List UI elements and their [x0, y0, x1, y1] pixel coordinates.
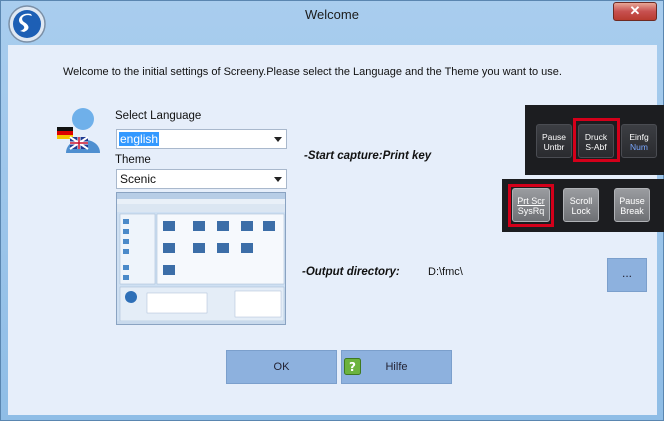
theme-label: Theme	[115, 154, 151, 166]
theme-preview-graphic	[117, 193, 285, 324]
welcome-dialog: Welcome ✕ Welcome to the initial setting…	[0, 0, 664, 421]
key-label: Lock	[571, 206, 591, 216]
key-pause: Pause Untbr	[536, 124, 572, 158]
key-einfg: Einfg Num	[621, 124, 657, 158]
language-label: Select Language	[115, 110, 202, 122]
intro-text: Welcome to the initial settings of Scree…	[63, 66, 562, 78]
key-label: Num	[630, 142, 648, 152]
highlight-frame	[573, 118, 620, 162]
chevron-down-icon	[274, 177, 282, 182]
key-pausebreak: Pause Break	[614, 188, 650, 222]
screeny-logo-icon	[8, 5, 46, 43]
key-label: Untbr	[543, 142, 565, 152]
theme-select[interactable]: Scenic	[116, 169, 287, 189]
language-value: english	[119, 132, 160, 146]
capture-label: -Start capture:Print key	[304, 150, 432, 162]
help-button[interactable]: ? Hilfe	[341, 350, 452, 384]
help-button-label: Hilfe	[385, 361, 408, 373]
keyboard-image-bottom: Prt Scr SysRq Scroll Lock Pause Break	[502, 179, 664, 232]
ok-button[interactable]: OK	[226, 350, 337, 384]
highlight-frame	[508, 184, 554, 227]
svg-text:?: ?	[349, 360, 356, 374]
key-label: Break	[620, 206, 644, 216]
theme-preview-image	[116, 192, 286, 325]
keyboard-image-top: Pause Untbr Druck S-Abf Einfg Num	[525, 105, 664, 175]
close-button[interactable]: ✕	[613, 2, 657, 21]
output-label: -Output directory:	[302, 266, 400, 278]
content-panel: Welcome to the initial settings of Scree…	[8, 45, 664, 415]
theme-value: Scenic	[120, 172, 157, 186]
title-bar: Welcome ✕	[1, 1, 663, 31]
browse-button[interactable]: ...	[607, 258, 647, 292]
key-label: Scroll	[569, 196, 593, 206]
output-path: D:\fmc\	[428, 266, 463, 278]
key-scroll: Scroll Lock	[563, 188, 599, 222]
key-label: Pause	[541, 132, 567, 142]
help-icon: ?	[344, 358, 361, 375]
window-title: Welcome	[305, 7, 359, 22]
language-select[interactable]: english	[116, 129, 287, 149]
key-label: Einfg	[629, 132, 649, 142]
key-label: Pause	[619, 196, 645, 206]
user-language-icon	[57, 108, 100, 153]
chevron-down-icon	[274, 137, 282, 142]
